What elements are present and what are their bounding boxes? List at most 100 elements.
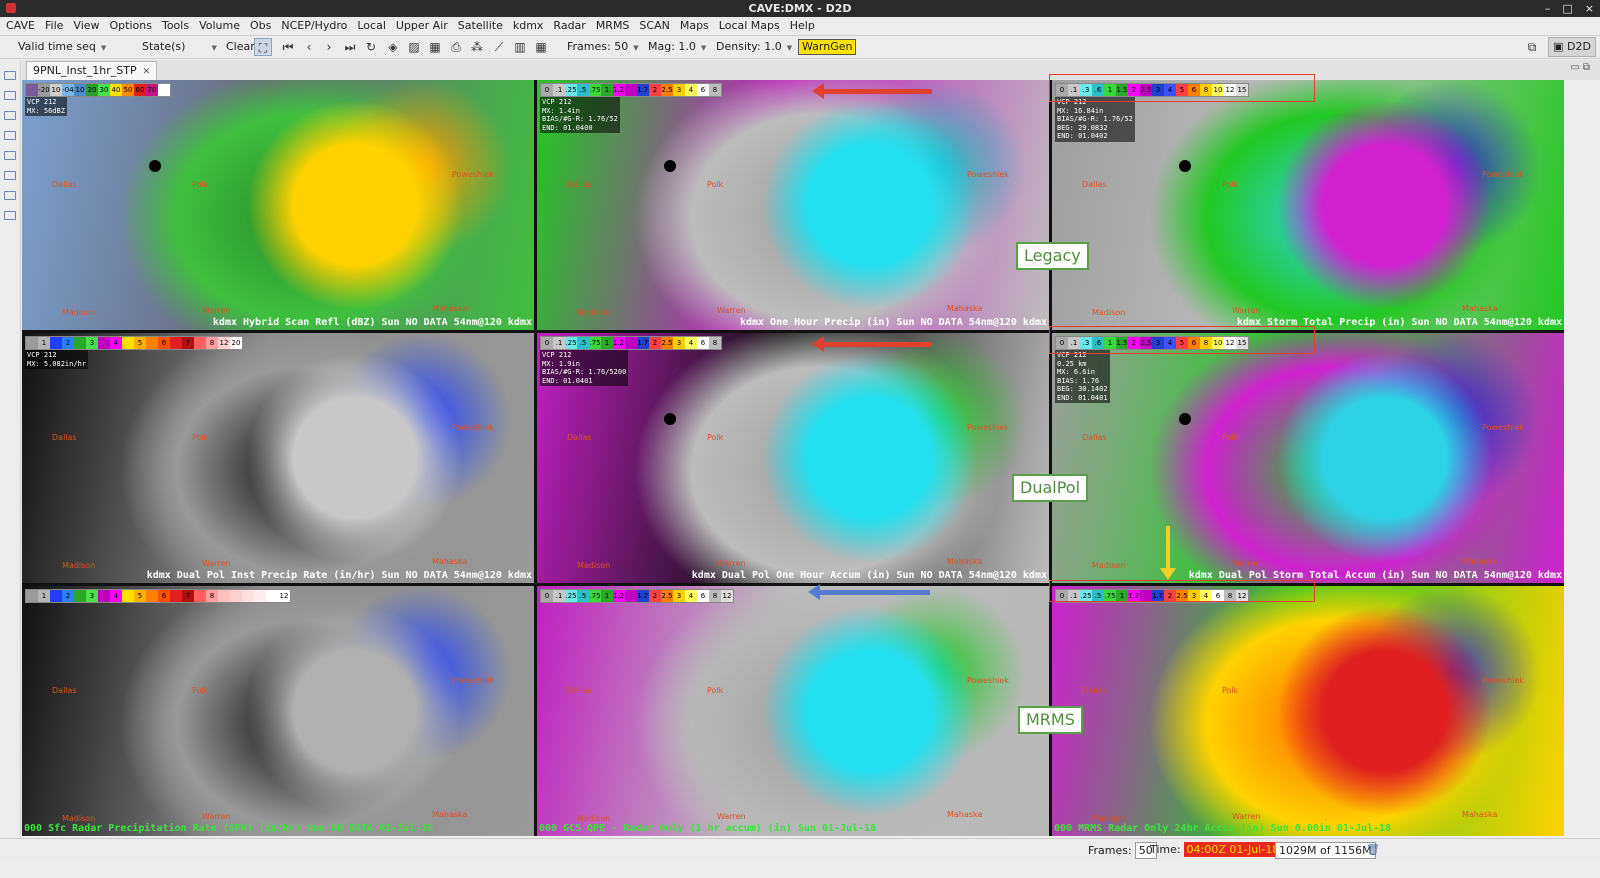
menu-obs[interactable]: Obs (245, 17, 276, 35)
sidebar-view-icon[interactable] (4, 171, 16, 180)
product-info-line: MX: 1.9in (542, 359, 580, 368)
menu-volume[interactable]: Volume (194, 17, 245, 35)
product-info: VCP 212 0.25 km MX: 6.6in BIAS: 1.76 BEG: 30… (1055, 350, 1110, 403)
radar-pane-2[interactable]: 0.1.25.5.75 1 1.25 1.75 2 2.5 3 4 6 8 VCP 212 MX: 1… (537, 80, 1049, 330)
color-bar-tick: 4 (110, 590, 122, 602)
county-label-polk: Polk (1222, 433, 1239, 442)
county-label-poweshiek: Poweshiek (1482, 170, 1524, 179)
minimize-maximize-icon[interactable]: ▭ ⧉ (1570, 62, 1590, 73)
product-legend[interactable]: 000 GCS QPE - Radar Only (1 hr accum) (i… (539, 823, 1047, 834)
menu-cave[interactable]: CAVE (0, 17, 40, 35)
county-label-madison: Madison (62, 814, 96, 823)
sidebar-view-icon[interactable] (4, 111, 16, 120)
menu-maps[interactable]: Maps (675, 17, 714, 35)
menu-tools[interactable]: Tools (157, 17, 194, 35)
color-bar-tick: 3 (673, 337, 685, 349)
menu-satellite[interactable]: Satellite (453, 17, 508, 35)
chevron-down-icon: ▼ (700, 44, 707, 52)
window-title: CAVE:DMX - D2D (748, 2, 852, 15)
sidebar-view-icon[interactable] (4, 91, 16, 100)
zoom-fit-icon[interactable]: ⛶ (254, 38, 272, 56)
radar-pane-7[interactable]: 1 2 3 4 5 6 7 8 12 Dallas Polk Poweshiek Madison Warr… (22, 586, 534, 836)
valid-time-dropdown[interactable]: Valid time seq ▼ (18, 39, 106, 55)
product-legend[interactable]: 000 Sfc Radar Precipitation Rate (SPR) (… (24, 823, 532, 834)
states-dropdown[interactable]: State(s) ▼ (142, 39, 217, 55)
radar-site-marker (664, 413, 676, 425)
density-dropdown[interactable]: Density: 1.0 ▼ (716, 39, 792, 55)
color-bar-tick (26, 337, 38, 349)
color-bar-tick: 8 (709, 84, 721, 96)
mag-dropdown[interactable]: Mag: 1.0 ▼ (648, 39, 706, 55)
menu-radar[interactable]: Radar (548, 17, 590, 35)
next-frame-icon[interactable]: › (320, 38, 338, 56)
product-legend[interactable]: kdmx Dual Pol One Hour Accum (in) Sun NO… (537, 570, 1047, 581)
radar-pane-9[interactable]: 0.1.25.5.75 1 1.25 1.75 2 2.5 3 4 6 8 12 Dallas Polk… (1052, 586, 1564, 836)
toolbar: Valid time seq ▼ State(s) ▼ Clear ⛶ ⏮ ‹ › … (0, 36, 1600, 59)
last-frame-icon[interactable]: ⏭ (341, 38, 359, 56)
warngen-button[interactable]: WarnGen (798, 39, 857, 55)
colormap-icon[interactable]: ▨ (405, 38, 423, 56)
menu-scan[interactable]: SCAN (634, 17, 674, 35)
product-legend[interactable]: 000 MRMS Radar Only 24hr Accum (in) Sun … (1054, 823, 1562, 834)
radar-pane-3[interactable]: 0.1.3.6 1 1.5 2 2.5 3 4 5 6 8 10 12 15 VCP 212 MX: 16.… (1052, 80, 1564, 330)
menu-options[interactable]: Options (105, 17, 157, 35)
radar-pane-8[interactable]: 0.1.25.5.75 1 1.25 1.75 2 2.5 3 4 6 8 12 Dallas Polk… (537, 586, 1049, 836)
menu-view[interactable]: View (68, 17, 104, 35)
color-bar-tick: 8 (206, 337, 218, 349)
menu-mrms[interactable]: MRMS (591, 17, 635, 35)
open-perspective-icon[interactable]: ⧉ (1523, 38, 1541, 56)
sidebar-view-icon[interactable] (4, 71, 16, 80)
product-info-line: END: 01.0401 (1057, 393, 1108, 402)
product-info-line: BEG: 29.0832 (1057, 123, 1108, 132)
sidebar-view-icon[interactable] (4, 191, 16, 200)
county-label-dallas: Dallas (1082, 180, 1107, 189)
sidebar-view-icon[interactable] (4, 151, 16, 160)
trash-icon[interactable]: 🗑 (1366, 842, 1380, 857)
color-bar-tick: 20 (86, 84, 98, 96)
color-bar: 0.1.25.5.75 1 1.25 1.75 2 2.5 3 4 6 8 (540, 83, 722, 97)
d2d-icon: ▣ (1553, 40, 1568, 53)
menu-local[interactable]: Local (352, 17, 391, 35)
loop-icon[interactable]: ↻ (362, 38, 380, 56)
close-icon[interactable]: ✕ (143, 67, 151, 77)
county-label-dallas: Dallas (52, 433, 77, 442)
frames-dropdown[interactable]: Frames: 50 ▼ (567, 39, 639, 55)
county-label-poweshiek: Poweshiek (452, 676, 494, 685)
county-label-polk: Polk (1222, 686, 1239, 695)
sidebar-view-icon[interactable] (4, 211, 16, 220)
sidebar-view-icon[interactable] (4, 131, 16, 140)
color-bar-tick: 2.5 (661, 337, 673, 349)
product-legend[interactable]: kdmx Dual Pol Inst Precip Rate (in/hr) S… (22, 570, 532, 581)
clear-button[interactable]: Clear (226, 39, 255, 55)
four-panel-icon[interactable]: ▦ (532, 38, 550, 56)
county-label-madison: Madison (62, 561, 96, 570)
menu-file[interactable]: File (40, 17, 68, 35)
color-bar-tick (254, 590, 266, 602)
product-legend[interactable]: kdmx Hybrid Scan Refl (dBZ) Sun NO DATA … (22, 317, 532, 328)
maximize-icon[interactable]: □ (1562, 2, 1572, 15)
menu-upper-air[interactable]: Upper Air (391, 17, 453, 35)
color-bar-tick: 10 (50, 84, 62, 96)
radar-pane-4[interactable]: 1 2 3 4 5 6 7 8 12 20 VCP 212 MX: 5.082in/hr Dallas P… (22, 333, 534, 583)
first-frame-icon[interactable]: ⏮ (279, 38, 297, 56)
menu-help[interactable]: Help (785, 17, 820, 35)
previous-frame-icon[interactable]: ‹ (300, 38, 318, 56)
minimize-icon[interactable]: – (1545, 2, 1551, 15)
product-info-line: VCP 212 (542, 98, 572, 106)
layer-icon[interactable]: ▦ (426, 38, 444, 56)
menu-ncep-hydro[interactable]: NCEP/Hydro (276, 17, 352, 35)
product-legend[interactable]: kdmx One Hour Precip (in) Sun NO DATA 54… (537, 317, 1047, 328)
points-icon[interactable]: ⁂ (468, 38, 486, 56)
d2d-perspective-button[interactable]: ▣ D2D (1548, 37, 1596, 57)
menu-local-maps[interactable]: Local Maps (714, 17, 785, 35)
menu-kdmx[interactable]: kdmx (508, 17, 549, 35)
print-icon[interactable]: ⎙ (447, 38, 465, 56)
radar-pane-1[interactable]: -20 10 -04 10 20 30 40 50 60 70 VCP 212 MX: 56dBZ Da… (22, 80, 534, 330)
panel-layout-icon[interactable]: ▥ (511, 38, 529, 56)
tab-9pnl-inst-1hr-stp[interactable]: 9PNL_Inst_1hr_STP ✕ (26, 61, 158, 80)
baselines-icon[interactable]: ⟋ (490, 38, 508, 56)
radar-pane-5[interactable]: 0.1.25.5.75 1 1.25 1.75 2 2.5 3 4 6 8 VCP 212 MX: 1… (537, 333, 1049, 583)
radar-pane-6[interactable]: 0.1.3.6 1 1.5 2 2.5 3 4 5 6 8 10 12 15 VCP 212 0.25 km… (1052, 333, 1564, 583)
close-icon[interactable]: × (1585, 2, 1594, 15)
image-properties-icon[interactable]: ◈ (384, 38, 402, 56)
